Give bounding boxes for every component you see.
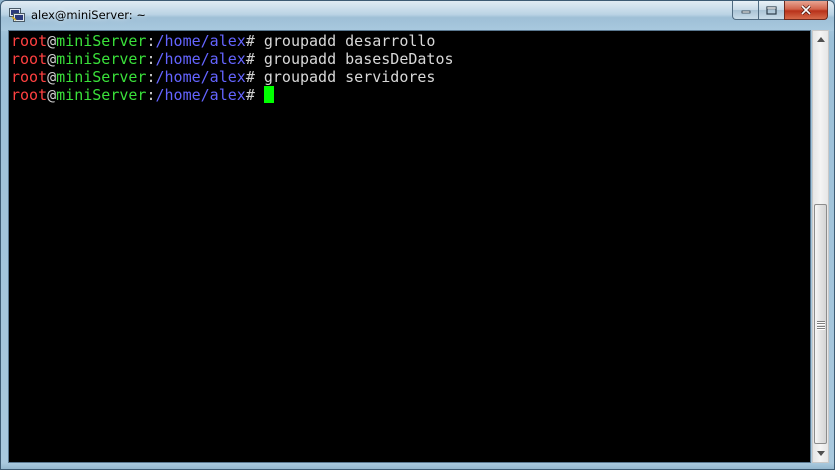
window-bottom-border	[1, 463, 834, 469]
prompt-colon: :	[146, 68, 156, 86]
terminal-line-active: root@miniServer:/home/alex#	[11, 86, 808, 104]
command-text	[255, 86, 264, 104]
prompt-at: @	[47, 86, 57, 104]
command-text: groupadd basesDeDatos	[254, 50, 454, 68]
prompt-hash: #	[245, 50, 255, 68]
command-text: groupadd servidores	[254, 68, 436, 86]
scroll-up-button[interactable]	[813, 31, 828, 48]
window-title: alex@miniServer: ~	[31, 8, 146, 22]
text-cursor	[263, 86, 274, 103]
prompt-at: @	[47, 50, 57, 68]
command-text: groupadd desarrollo	[254, 32, 436, 50]
terminal-output[interactable]: root@miniServer:/home/alex# groupadd des…	[8, 30, 811, 463]
prompt-path: /home/alex	[155, 32, 246, 50]
close-icon	[800, 5, 812, 15]
minimize-icon	[741, 10, 750, 14]
prompt-user: root	[11, 50, 48, 68]
maximize-button[interactable]	[758, 1, 784, 20]
scroll-down-button[interactable]	[813, 445, 828, 462]
putty-icon[interactable]	[9, 8, 25, 22]
vertical-scrollbar[interactable]	[812, 30, 829, 463]
scrollbar-thumb[interactable]	[814, 204, 827, 444]
prompt-host: miniServer	[56, 50, 147, 68]
terminal-line: root@miniServer:/home/alex# groupadd des…	[11, 32, 808, 50]
grip-icon	[817, 321, 825, 329]
prompt-colon: :	[146, 32, 156, 50]
prompt-path: /home/alex	[155, 86, 246, 104]
arrow-up-icon	[816, 37, 825, 42]
prompt-host: miniServer	[56, 86, 147, 104]
prompt-at: @	[47, 32, 57, 50]
prompt-hash: #	[245, 68, 255, 86]
title-bar[interactable]: alex@miniServer: ~	[1, 1, 834, 31]
prompt-host: miniServer	[56, 68, 147, 86]
prompt-hash: #	[245, 86, 255, 104]
prompt-colon: :	[146, 86, 156, 104]
prompt-path: /home/alex	[155, 68, 246, 86]
prompt-user: root	[11, 86, 48, 104]
prompt-hash: #	[245, 32, 255, 50]
arrow-down-icon	[816, 451, 825, 456]
terminal-line: root@miniServer:/home/alex# groupadd ser…	[11, 68, 808, 86]
minimize-button[interactable]	[732, 1, 758, 20]
prompt-user: root	[11, 68, 48, 86]
prompt-host: miniServer	[56, 32, 147, 50]
prompt-path: /home/alex	[155, 50, 246, 68]
prompt-colon: :	[146, 50, 156, 68]
maximize-icon	[766, 5, 777, 15]
prompt-user: root	[11, 32, 48, 50]
prompt-at: @	[47, 68, 57, 86]
caption-buttons	[732, 1, 828, 20]
close-button[interactable]	[784, 1, 828, 20]
terminal-line: root@miniServer:/home/alex# groupadd bas…	[11, 50, 808, 68]
terminal-window: alex@miniServer: ~ root@miniServer:/home…	[0, 0, 835, 470]
